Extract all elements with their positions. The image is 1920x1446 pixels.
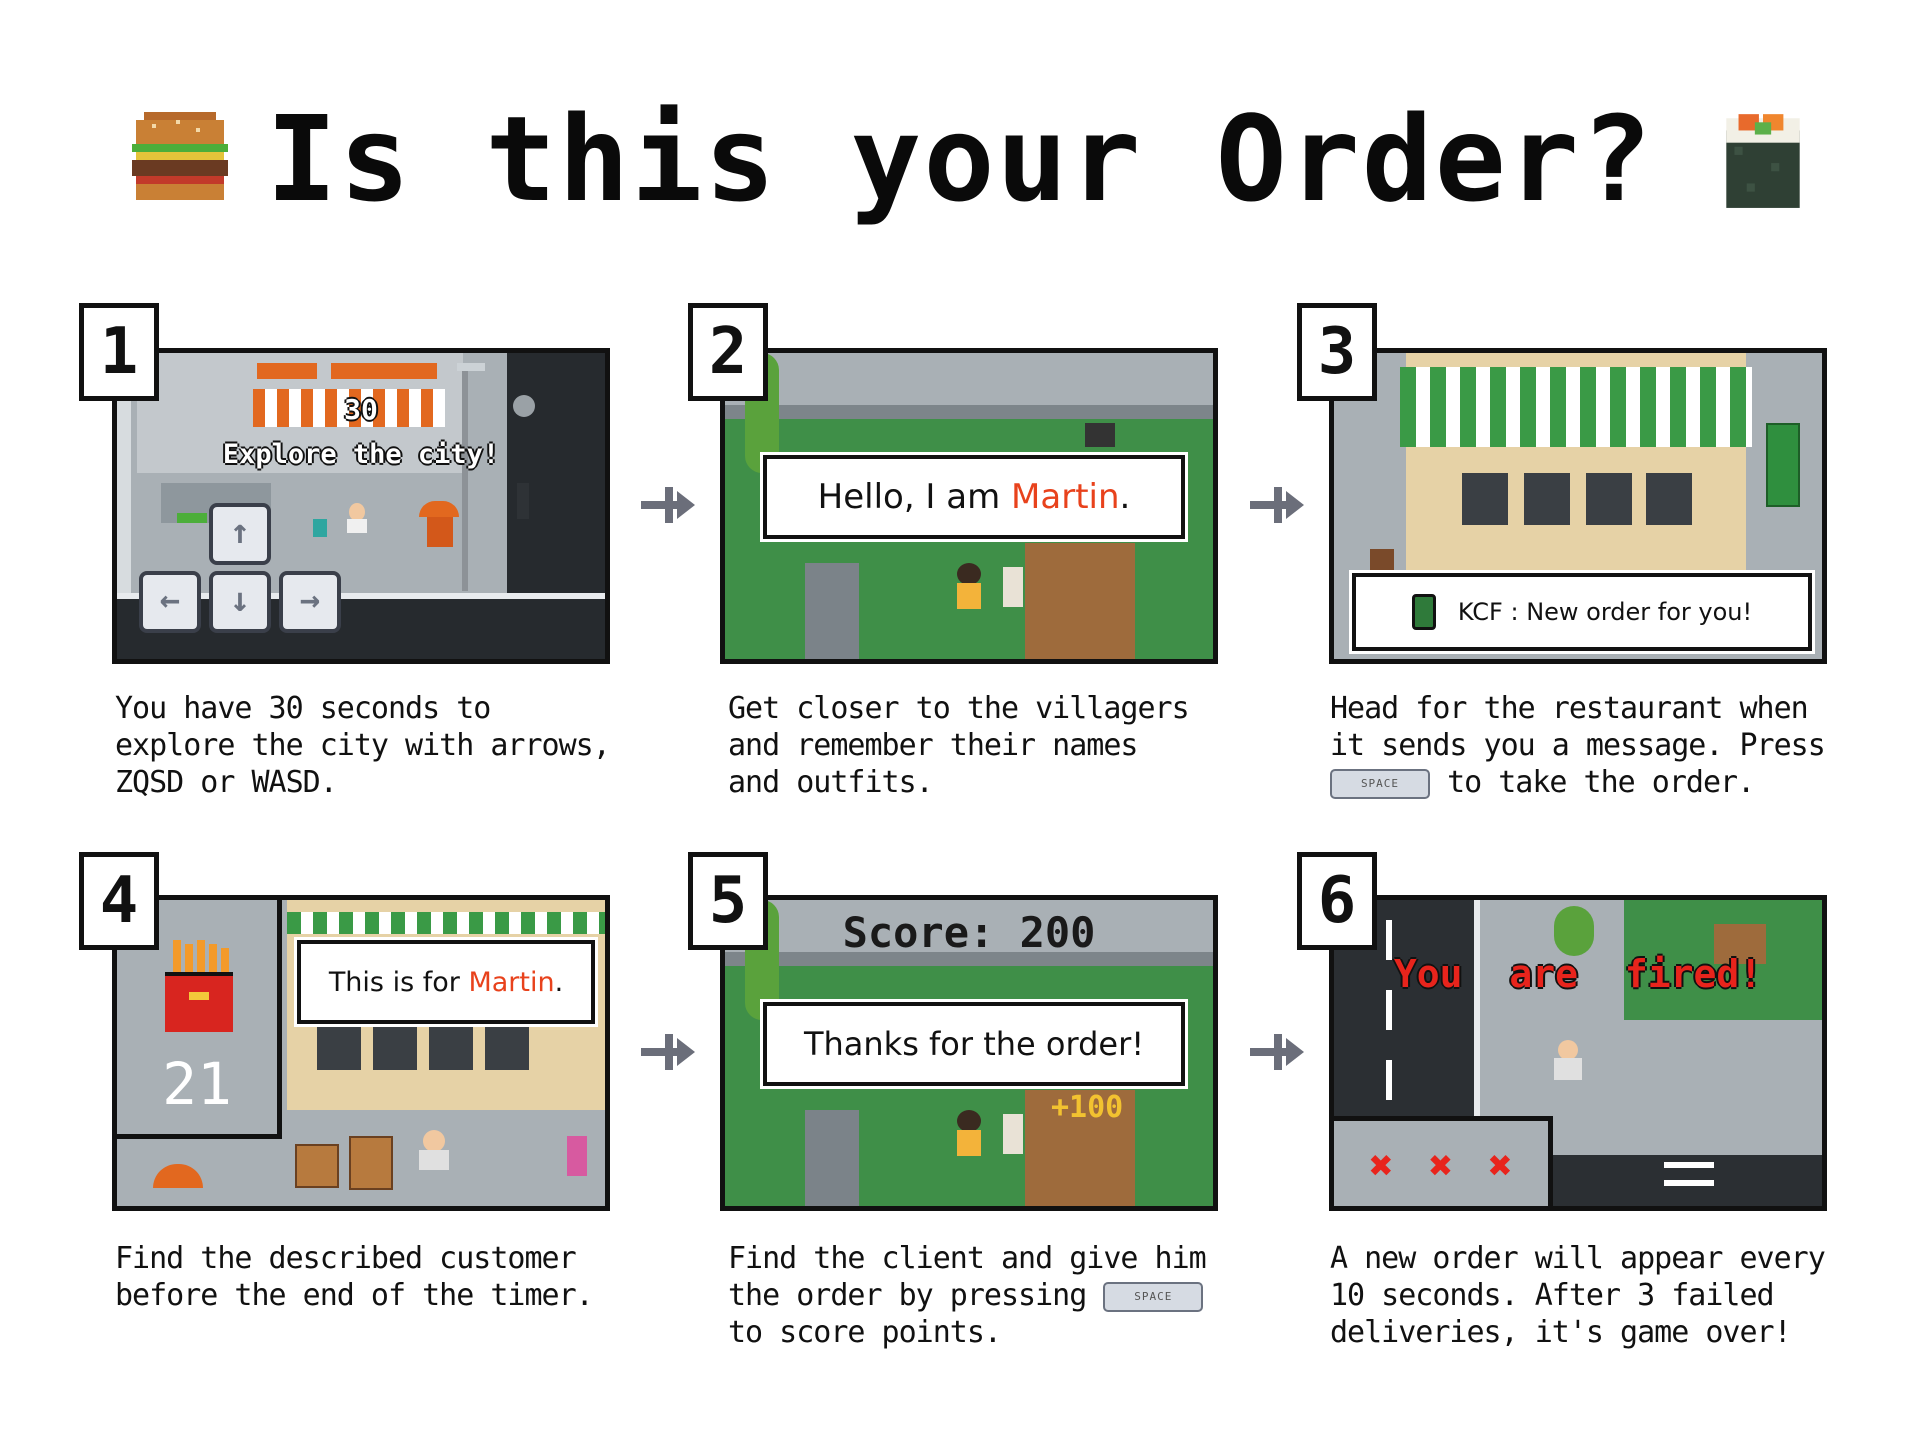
page-title: Is this your Order? — [266, 90, 1654, 228]
step-number: 3 — [1297, 303, 1377, 401]
step-6-panel: You are fired! ✖ ✖ ✖ — [1329, 895, 1827, 1211]
step-description: Get closer to the villagers and remember… — [728, 691, 1190, 800]
step-number: 4 — [79, 852, 159, 950]
space-key-icon: SPACE — [1103, 1281, 1204, 1312]
step-number: 1 — [79, 303, 159, 401]
phone-icon — [1411, 594, 1436, 630]
fries-icon — [165, 940, 233, 1032]
right-arrow-key-icon: → — [279, 571, 341, 633]
header: Is this your Order? — [0, 80, 1920, 240]
dialog-box: Hello, I am Martin. — [763, 455, 1185, 539]
game-over-banner: You are fired! — [1393, 952, 1763, 996]
banner-text: Explore the city! — [222, 439, 500, 470]
step-description: Find the described customer before the e… — [115, 1241, 594, 1313]
step-number: 2 — [688, 303, 768, 401]
strike-counter: ✖ ✖ ✖ — [1334, 1116, 1553, 1206]
plus-arrow-icon — [641, 487, 695, 523]
dialog-box: This is for Martin. — [297, 940, 595, 1024]
step-3-panel: KCF : New order for you! — [1329, 348, 1827, 664]
countdown-timer: 30 — [344, 393, 378, 426]
strike-icon: ✖ — [1369, 1143, 1394, 1189]
step-5-panel: Score: 200 Thanks for the order! +100 — [720, 895, 1218, 1211]
plus-arrow-icon — [641, 1034, 695, 1070]
step-description: A new order will appear every 10 seconds… — [1330, 1241, 1826, 1350]
down-arrow-key-icon: ↓ — [209, 571, 271, 633]
step-number: 5 — [688, 852, 768, 950]
step-1-panel: 30 Explore the city! ↑ ← ↓ → — [112, 348, 610, 664]
dialog-box: Thanks for the order! — [763, 1002, 1185, 1086]
strike-icon: ✖ — [1488, 1143, 1513, 1189]
step-4-panel: 21 This is for Martin. — [112, 895, 610, 1211]
plus-arrow-icon — [1250, 1034, 1304, 1070]
order-timer: 21 — [162, 1050, 232, 1118]
notification-text: KCF : New order for you! — [1457, 598, 1753, 626]
sushi-roll-icon — [1726, 114, 1800, 208]
left-arrow-key-icon: ← — [139, 571, 201, 633]
step-number: 6 — [1297, 852, 1377, 950]
up-arrow-key-icon: ↑ — [209, 503, 271, 565]
step-description: You have 30 seconds to explore the city … — [115, 691, 611, 800]
bonus-points: +100 — [1051, 1090, 1124, 1125]
step-2-panel: Hello, I am Martin. — [720, 348, 1218, 664]
customer-name: Martin — [468, 966, 555, 998]
villager-name: Martin — [1011, 477, 1120, 517]
space-key-icon: SPACE — [1330, 768, 1430, 799]
step-description: Head for the restaurant when it sends yo… — [1330, 691, 1826, 800]
strike-icon: ✖ — [1428, 1143, 1454, 1189]
notification-box: KCF : New order for you! — [1352, 573, 1812, 651]
plus-arrow-icon — [1250, 487, 1304, 523]
score-display: Score: 200 — [842, 908, 1096, 957]
step-description: Find the client and give him the order b… — [728, 1241, 1207, 1350]
